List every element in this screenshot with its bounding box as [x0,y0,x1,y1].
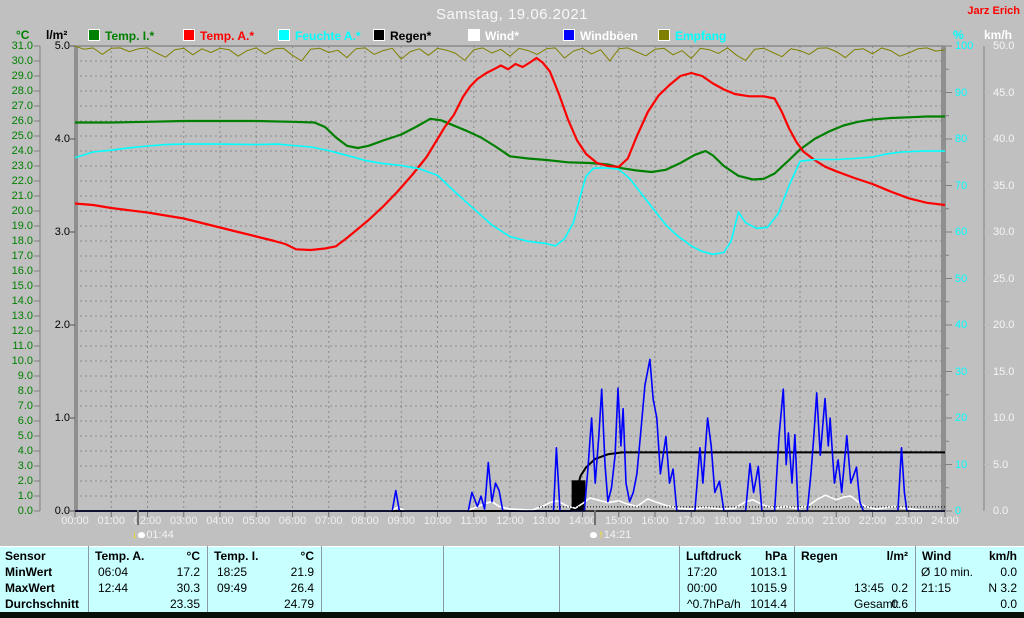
table-cell-value: 0.0 [915,597,1017,612]
temp-tick-label: 8.0 [0,386,33,397]
temp-tick-label: 13.0 [0,311,33,322]
temp-tick-label: 11.0 [0,341,33,352]
table-row-label: MinWert [5,565,52,580]
humidity-tick-label: 50 [955,274,989,285]
rain-tick-label: 5.0 [36,41,70,52]
table-cell-value: 1013.1 [679,565,787,580]
temp-tick-label: 27.0 [0,101,33,112]
annotation-1421: ↑14:21 [589,528,631,542]
temp-tick-label: 4.0 [0,446,33,457]
moonset-icon [138,532,145,538]
wind-tick-label: 30.0 [993,227,1024,238]
wind-tick-label: 40.0 [993,134,1024,145]
table-cell-value: 24.79 [207,597,314,612]
table-cell-value: 26.4 [207,581,314,596]
temp-tick-label: 21.0 [0,191,33,202]
humidity-tick-label: 10 [955,460,989,471]
wind-tick-label: 35.0 [993,181,1024,192]
temp-tick-label: 15.0 [0,281,33,292]
table-col-unit: hPa [679,549,787,564]
temp-tick-label: 22.0 [0,176,33,187]
temp-tick-label: 18.0 [0,236,33,247]
temp-tick-label: 19.0 [0,221,33,232]
temp-tick-label: 28.0 [0,86,33,97]
table-row-label: MaxWert [5,581,55,596]
annotation-tick [594,510,596,525]
table-divider [559,546,560,612]
temp-tick-label: 31.0 [0,41,33,52]
temp-tick-label: 0.0 [0,506,33,517]
temp-tick-label: 14.0 [0,296,33,307]
table-col-unit: km/h [915,549,1017,564]
annotation-0144: ↓ 01:44 [132,528,174,542]
arrow-down-icon: ↓ [132,529,138,541]
temp-tick-label: 10.0 [0,356,33,367]
table-cell-value: 23.35 [88,597,200,612]
rain-tick-label: 4.0 [36,134,70,145]
temp-tick-label: 30.0 [0,56,33,67]
wind-tick-label: 0.0 [993,506,1024,517]
table-cell-value: 0.6 [794,597,908,612]
wind-tick-label: 15.0 [993,367,1024,378]
humidity-tick-label: 70 [955,181,989,192]
temp-tick-label: 25.0 [0,131,33,142]
weather-chart-window: Samstag, 19.06.2021 Jarz Erich °C l/m² %… [0,0,1024,618]
humidity-tick-label: 80 [955,134,989,145]
temp-tick-label: 3.0 [0,461,33,472]
table-row-label: Durchschnitt [5,597,79,612]
x-axis-label: 24:00 [923,515,967,527]
table-divider [321,546,322,612]
temp-tick-label: 9.0 [0,371,33,382]
table-col-unit: l/m² [794,549,908,564]
wind-tick-label: 25.0 [993,274,1024,285]
wind-tick-label: 10.0 [993,413,1024,424]
rain-tick-label: 1.0 [36,413,70,424]
table-row-label: Sensor [5,549,46,564]
table-cell-value: 1014.4 [679,597,787,612]
temp-tick-label: 7.0 [0,401,33,412]
table-divider [443,546,444,612]
temp-tick-label: 12.0 [0,326,33,337]
humidity-tick-label: 90 [955,88,989,99]
wind-tick-label: 5.0 [993,460,1024,471]
temp-tick-label: 5.0 [0,431,33,442]
bottom-strip [0,612,1024,618]
table-cell-value: 0.0 [915,565,1017,580]
wind-tick-label: 20.0 [993,320,1024,331]
temp-tick-label: 6.0 [0,416,33,427]
rain-tick-label: 3.0 [36,227,70,238]
humidity-tick-label: 60 [955,227,989,238]
table-cell-value: 0.2 [794,581,908,596]
series-empfangline [75,46,945,61]
temp-tick-label: 26.0 [0,116,33,127]
humidity-tick-label: 20 [955,413,989,424]
table-cell-value: 1015.9 [679,581,787,596]
plot-left-border [74,46,78,511]
humidity-tick-label: 100 [955,41,989,52]
temp-tick-label: 20.0 [0,206,33,217]
annotation-tick [137,510,139,525]
table-cell-value: N 3.2 [915,581,1017,596]
annotation-time: 14:21 [604,529,632,541]
rain-tick-label: 2.0 [36,320,70,331]
temp-tick-label: 29.0 [0,71,33,82]
temp-tick-label: 16.0 [0,266,33,277]
table-col-unit: °C [88,549,200,564]
moonrise-icon [590,532,597,538]
temp-tick-label: 23.0 [0,161,33,172]
temp-tick-label: 17.0 [0,251,33,262]
temp-tick-label: 2.0 [0,476,33,487]
temp-tick-label: 1.0 [0,491,33,502]
table-cell-value: 17.2 [88,565,200,580]
humidity-tick-label: 30 [955,367,989,378]
temp-tick-label: 24.0 [0,146,33,157]
table-cell-value: 21.9 [207,565,314,580]
wind-tick-label: 50.0 [993,41,1024,52]
table-col-unit: °C [207,549,314,564]
table-cell-value: 30.3 [88,581,200,596]
humidity-tick-label: 40 [955,320,989,331]
wind-tick-label: 45.0 [993,88,1024,99]
annotation-time: 01:44 [146,529,174,541]
